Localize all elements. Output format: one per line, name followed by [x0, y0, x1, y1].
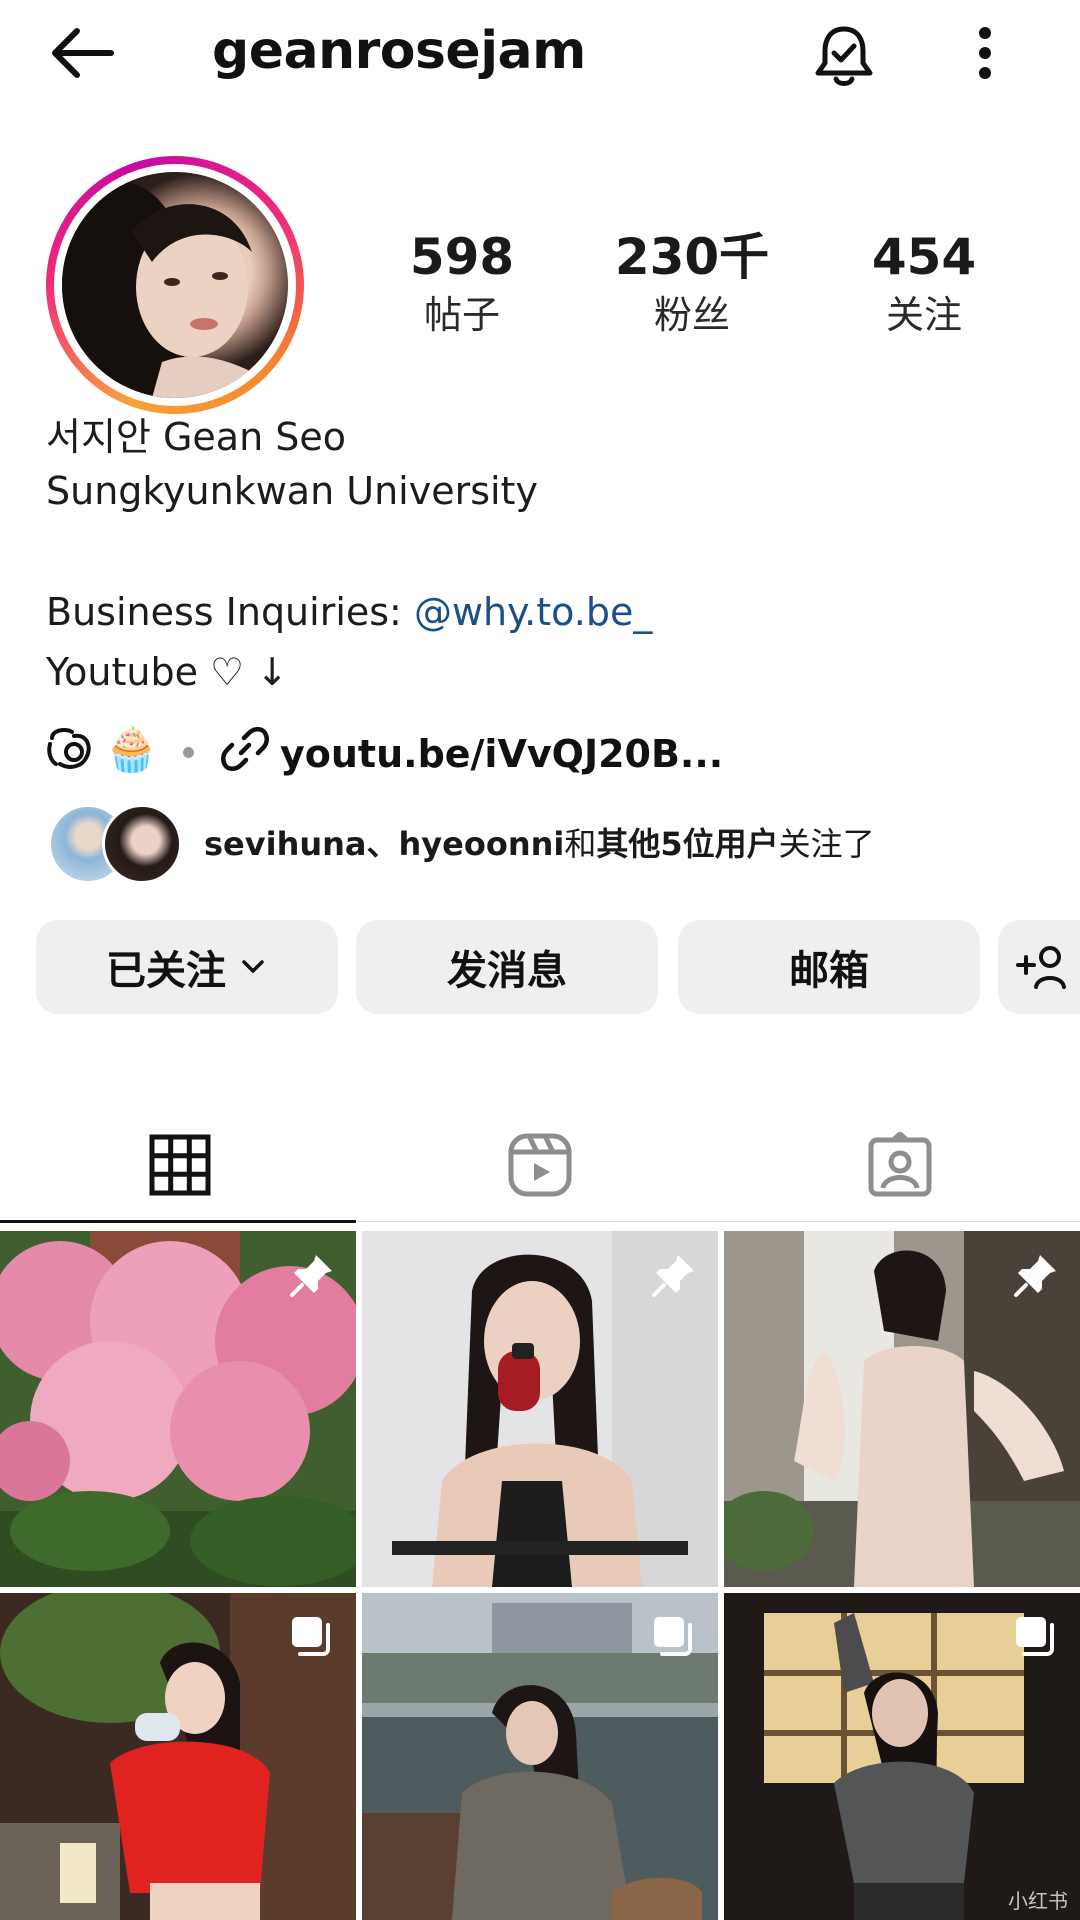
message-label: 发消息 [447, 948, 567, 994]
carousel-icon [654, 1617, 692, 1656]
carousel-badge [1010, 1611, 1062, 1663]
followers-count: 230千 [614, 228, 770, 286]
following-count: 454 [871, 228, 977, 286]
message-button[interactable]: 发消息 [356, 920, 658, 1014]
followed-by-middle: 和 [564, 825, 597, 863]
follower-avatar-2[interactable] [102, 804, 182, 884]
tab-tagged[interactable] [720, 1110, 1080, 1220]
grid-icon [149, 1134, 211, 1196]
posts-label: 帖子 [423, 293, 500, 337]
followed-by-others: 其他5位用户 [596, 825, 779, 863]
carousel-icon [292, 1617, 330, 1656]
following-button[interactable]: 已关注 [36, 920, 338, 1014]
pinned-badge [286, 1249, 338, 1301]
tab-posts[interactable] [0, 1110, 360, 1220]
grid-post-4[interactable] [0, 1593, 356, 1920]
tab-reels[interactable] [360, 1110, 720, 1220]
pinned-badge [648, 1249, 700, 1301]
arrow-left-icon [52, 28, 114, 78]
notification-button[interactable] [806, 18, 882, 94]
followed-by-names: sevihuna、hyeoonni [204, 825, 565, 863]
email-label: 邮箱 [789, 948, 869, 994]
posts-stat[interactable]: 598 帖子 [352, 224, 572, 340]
pin-icon [652, 1255, 694, 1297]
avatar[interactable] [62, 172, 288, 398]
profile-school: Sungkyunkwan University [46, 469, 538, 513]
carousel-badge [286, 1611, 338, 1663]
watermark: 小红书 [1008, 1889, 1068, 1913]
link-icon [221, 727, 269, 771]
add-user-icon [1016, 946, 1066, 989]
bio-business-line: Business Inquiries: @why.to.be_ [46, 585, 652, 639]
grid-post-6[interactable]: 小红书 [724, 1593, 1080, 1920]
grid-post-3[interactable] [724, 1231, 1080, 1587]
back-button[interactable] [40, 16, 124, 90]
bio-youtube-line: Youtube ♡ ↓ [46, 650, 289, 694]
separator-dot [183, 747, 194, 758]
external-link[interactable]: youtu.be/iVvQJ20B... [280, 726, 723, 782]
link-badge [220, 724, 270, 774]
followers-label: 粉丝 [653, 293, 730, 337]
cupcake-emoji: 🧁 [104, 724, 159, 775]
followed-by-text[interactable]: sevihuna、hyeoonni和其他5位用户关注了 [204, 820, 875, 868]
grid-post-2[interactable] [362, 1231, 718, 1587]
tagged-icon [868, 1132, 932, 1197]
profile-name: 서지안 Gean Seo [46, 415, 346, 459]
following-stat[interactable]: 454 关注 [814, 224, 1034, 340]
chevron-down-icon [242, 960, 264, 973]
bell-check-icon [815, 26, 873, 86]
suggest-users-button[interactable] [998, 920, 1080, 1014]
more-options-button[interactable] [960, 18, 1010, 88]
active-tab-indicator [0, 1220, 356, 1223]
carousel-badge [648, 1611, 700, 1663]
reels-icon [508, 1133, 572, 1197]
threads-icon [47, 728, 91, 769]
followers-stat[interactable]: 230千 粉丝 [582, 224, 802, 340]
threads-badge[interactable] [44, 724, 96, 776]
more-vertical-icon [979, 27, 991, 79]
pin-icon [290, 1255, 332, 1297]
carousel-icon [1016, 1617, 1054, 1656]
profile-username: geanrosejam [212, 21, 586, 81]
grid-post-5[interactable] [362, 1593, 718, 1920]
business-handle-link[interactable]: @why.to.be_ [414, 590, 652, 634]
following-label: 关注 [885, 293, 962, 337]
followed-by-suffix: 关注了 [778, 825, 875, 863]
pin-icon [1014, 1255, 1056, 1297]
grid-post-1[interactable] [0, 1231, 356, 1587]
email-button[interactable]: 邮箱 [678, 920, 980, 1014]
posts-count: 598 [409, 228, 515, 286]
following-label: 已关注 [106, 948, 226, 994]
pinned-badge [1010, 1249, 1062, 1301]
bio-business-prefix: Business Inquiries: [46, 590, 414, 634]
